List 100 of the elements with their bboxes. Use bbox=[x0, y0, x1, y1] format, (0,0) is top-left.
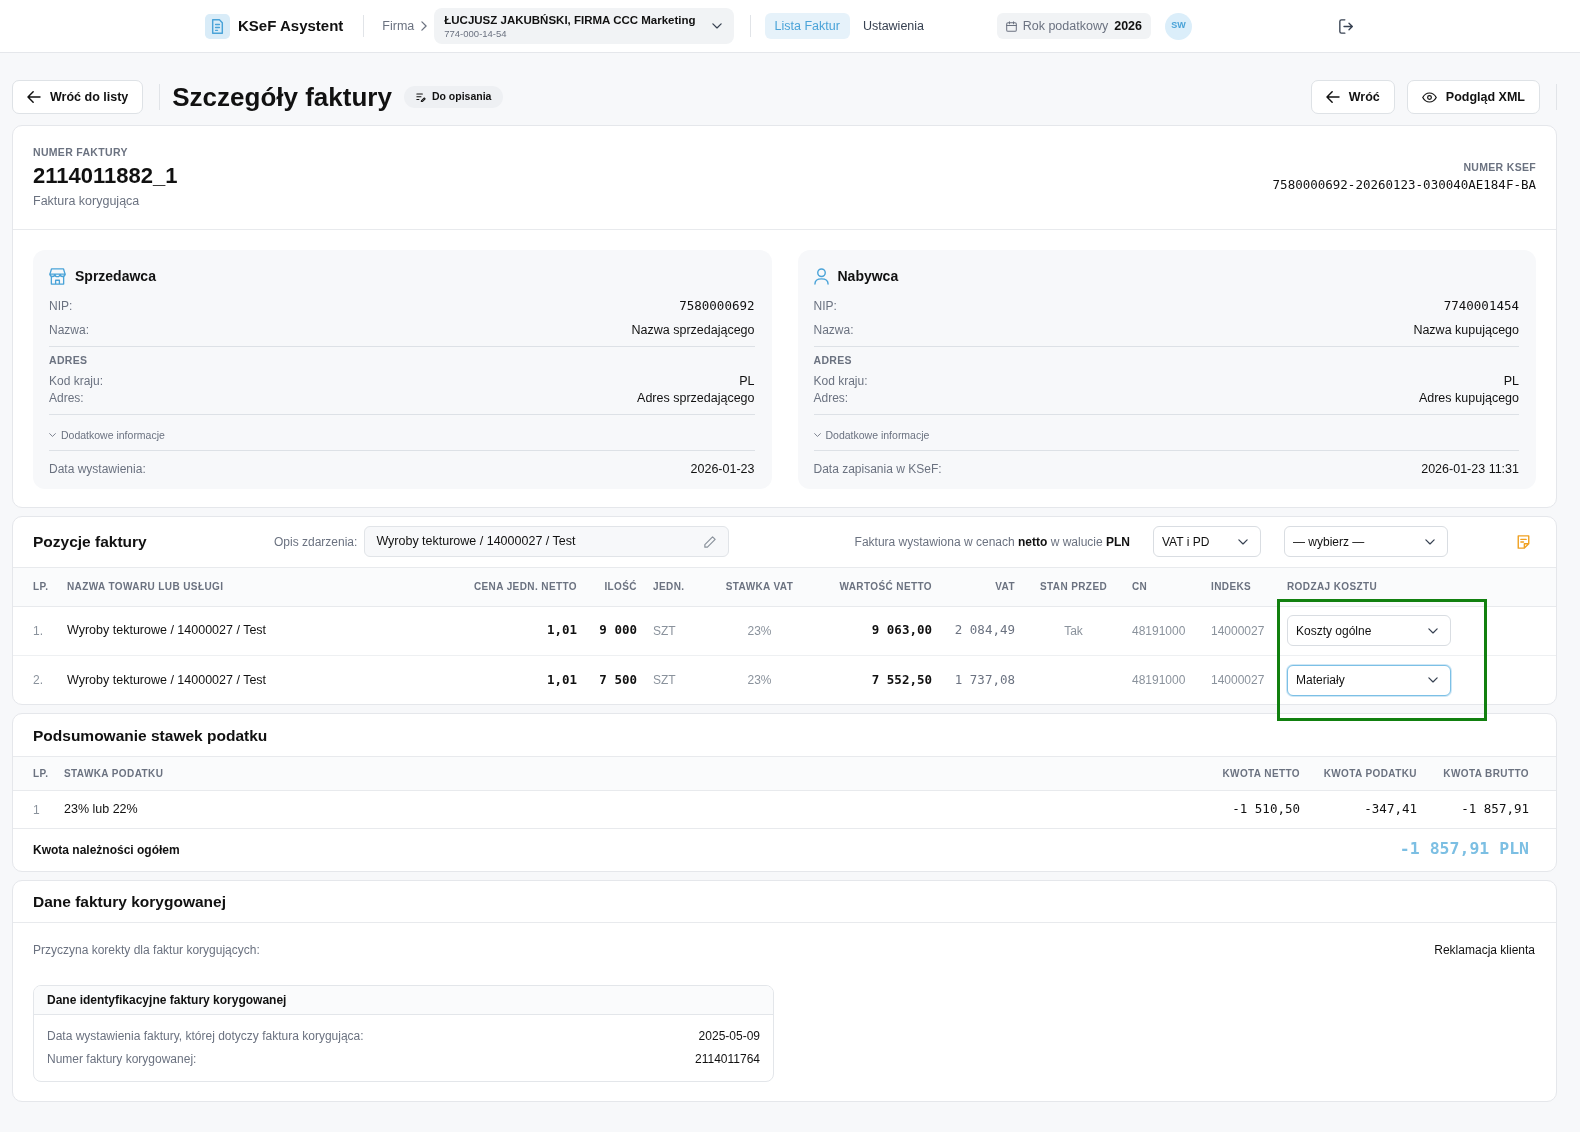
panel-title: Dane identyfikacyjne faktury korygowanej bbox=[47, 991, 287, 1009]
column-header: STAN PRZED bbox=[1023, 567, 1124, 607]
column-header: LP. bbox=[13, 567, 59, 607]
field-label: Przyczyna korekty dla faktur korygujących: bbox=[33, 941, 260, 959]
option-select[interactable]: — wybierz — bbox=[1284, 526, 1448, 558]
field-label: Kod kraju: bbox=[49, 373, 104, 390]
event-description-field[interactable]: Wyroby tekturowe / 14000027 / Test bbox=[364, 526, 730, 558]
section-title: Dane faktury korygowanej bbox=[33, 891, 226, 912]
chevron-down-icon bbox=[1428, 627, 1438, 634]
chevron-down-icon bbox=[1425, 538, 1435, 545]
details-toggle[interactable]: Dodatkowe informacje bbox=[813, 426, 930, 443]
field-label: Data wystawienia: bbox=[49, 460, 146, 478]
ksef-number: 7580000692-20260123-030040AE184F-BA bbox=[1272, 176, 1536, 194]
app-name: KSeF Asystent bbox=[238, 15, 344, 36]
field-label: NUMER FAKTURY bbox=[33, 145, 129, 159]
column-header: JEDN. bbox=[645, 567, 711, 607]
cost-type-select[interactable]: Koszty ogólne bbox=[1287, 615, 1451, 647]
panel-title: Nabywca bbox=[837, 267, 899, 286]
tax-mode-select[interactable]: VAT i PD bbox=[1153, 526, 1261, 558]
field-value: 7580000692 bbox=[679, 297, 755, 315]
net-value: 9 063,00 bbox=[808, 606, 940, 656]
field-value: Adres kupującego bbox=[1418, 390, 1519, 407]
total-amount: -1 857,91 PLN bbox=[1399, 838, 1529, 861]
field-label: NUMER KSEF bbox=[1462, 160, 1536, 174]
column-header: NAZWA TOWARU LUB USŁUGI bbox=[59, 567, 401, 607]
status-text: Do opisania bbox=[431, 89, 492, 105]
field-label: Adres: bbox=[813, 390, 849, 407]
unit-price: 1,01 bbox=[401, 606, 585, 656]
vat-rate: 23% bbox=[711, 655, 808, 705]
column-header: WARTOŚĆ NETTO bbox=[808, 567, 940, 607]
tax-year-selector[interactable]: Rok podatkowy 2026 bbox=[996, 13, 1151, 39]
tax-rate: 23% lub 22% bbox=[64, 790, 1180, 828]
arrow-left-icon bbox=[1325, 91, 1340, 103]
list-edit-icon bbox=[415, 92, 426, 102]
section-label: ADRES bbox=[49, 353, 89, 367]
storefront-icon bbox=[49, 267, 66, 285]
field-label: Nazwa: bbox=[813, 322, 854, 339]
item-name: Wyroby tekturowe / 14000027 / Test bbox=[59, 606, 401, 656]
item-name: Wyroby tekturowe / 14000027 / Test bbox=[59, 655, 401, 705]
column-header: STAWKA PODATKU bbox=[64, 756, 1180, 791]
column-header: VAT bbox=[940, 567, 1023, 607]
chevron-right-icon bbox=[421, 21, 428, 31]
unit-price: 1,01 bbox=[401, 655, 585, 705]
invoice-number: 2114011882_1 bbox=[33, 162, 178, 190]
field-label: Opis zdarzenia: bbox=[274, 533, 358, 551]
back-button[interactable]: Wróć bbox=[1310, 80, 1395, 114]
xml-preview-button[interactable]: Podgląd XML bbox=[1406, 80, 1540, 114]
company-selector[interactable]: ŁUCJUSZ JAKUBŃSKI, FIRMA CCC Marketing 774-000-14-54 bbox=[434, 8, 734, 44]
field-label: NIP: bbox=[813, 298, 837, 315]
cn-code: 48191000 bbox=[1124, 606, 1203, 656]
section-title: Pozycje faktury bbox=[33, 532, 148, 553]
back-to-list-button[interactable]: Wróć do listy bbox=[12, 80, 144, 114]
field-value: Nazwa kupującego bbox=[1413, 322, 1519, 339]
field-value: 2025-05-09 bbox=[698, 1027, 760, 1045]
calendar-icon bbox=[1005, 20, 1017, 32]
price-note: Faktura wystawiona w cenach netto w walucie PLN bbox=[854, 533, 1130, 551]
field-value: PL bbox=[1503, 373, 1519, 390]
net-value: 7 552,50 bbox=[808, 655, 940, 705]
section-title: Podsumowanie stawek podatku bbox=[33, 725, 268, 746]
eye-icon bbox=[1421, 91, 1437, 103]
panel-title: Sprzedawca bbox=[75, 267, 156, 286]
invoice-type: Faktura korygująca bbox=[33, 193, 141, 210]
field-value: PL bbox=[739, 373, 755, 390]
arrow-left-icon bbox=[27, 91, 41, 103]
net-amount: -1 510,50 bbox=[1180, 790, 1300, 828]
document-icon bbox=[205, 13, 230, 39]
unit: SZT bbox=[645, 606, 711, 656]
field-label: Kod kraju: bbox=[813, 373, 868, 390]
column-header: CENA JEDN. NETTO bbox=[401, 567, 585, 607]
field-value: Adres sprzedającego bbox=[637, 390, 755, 407]
field-value: 2114011764 bbox=[695, 1050, 760, 1068]
details-toggle[interactable]: Dodatkowe informacje bbox=[49, 426, 165, 443]
chevron-down-icon bbox=[711, 22, 722, 30]
column-header: KWOTA BRUTTO bbox=[1417, 756, 1556, 791]
user-icon bbox=[813, 267, 829, 285]
page-title: Szczegóły faktury bbox=[172, 81, 392, 114]
state-before: Tak bbox=[1023, 606, 1124, 656]
vat-rate: 23% bbox=[711, 606, 808, 656]
row-number: 1. bbox=[13, 606, 59, 656]
nav-link[interactable]: Ustawienia bbox=[852, 13, 935, 39]
field-label: Nazwa: bbox=[49, 322, 89, 339]
field-value: Nazwa sprzedającego bbox=[631, 322, 755, 339]
column-header: KWOTA PODATKU bbox=[1300, 756, 1417, 791]
cost-type-select[interactable]: Materiały bbox=[1287, 664, 1451, 696]
index-code: 14000027 bbox=[1203, 606, 1279, 656]
field-label: NIP: bbox=[49, 298, 73, 315]
vat-amount: 2 084,49 bbox=[940, 606, 1023, 656]
column-header: RODZAJ KOSZTU bbox=[1279, 567, 1556, 607]
row-number: 1 bbox=[13, 790, 64, 828]
chevron-down-icon bbox=[813, 432, 821, 437]
unit: SZT bbox=[645, 655, 711, 705]
chevron-down-icon bbox=[49, 432, 56, 437]
field-label: Data wystawienia faktury, której dotyczy faktura korygująca: bbox=[47, 1027, 364, 1045]
field-value: 2026-01-23 11:31 bbox=[1421, 460, 1519, 478]
field-value: 2026-01-23 bbox=[690, 460, 755, 478]
quantity: 7 500 bbox=[585, 655, 645, 705]
field-label: Data zapisania w KSeF: bbox=[813, 460, 942, 478]
logout-icon[interactable] bbox=[1339, 18, 1354, 34]
chevron-down-icon bbox=[1428, 677, 1438, 684]
column-header: CN bbox=[1124, 567, 1203, 607]
